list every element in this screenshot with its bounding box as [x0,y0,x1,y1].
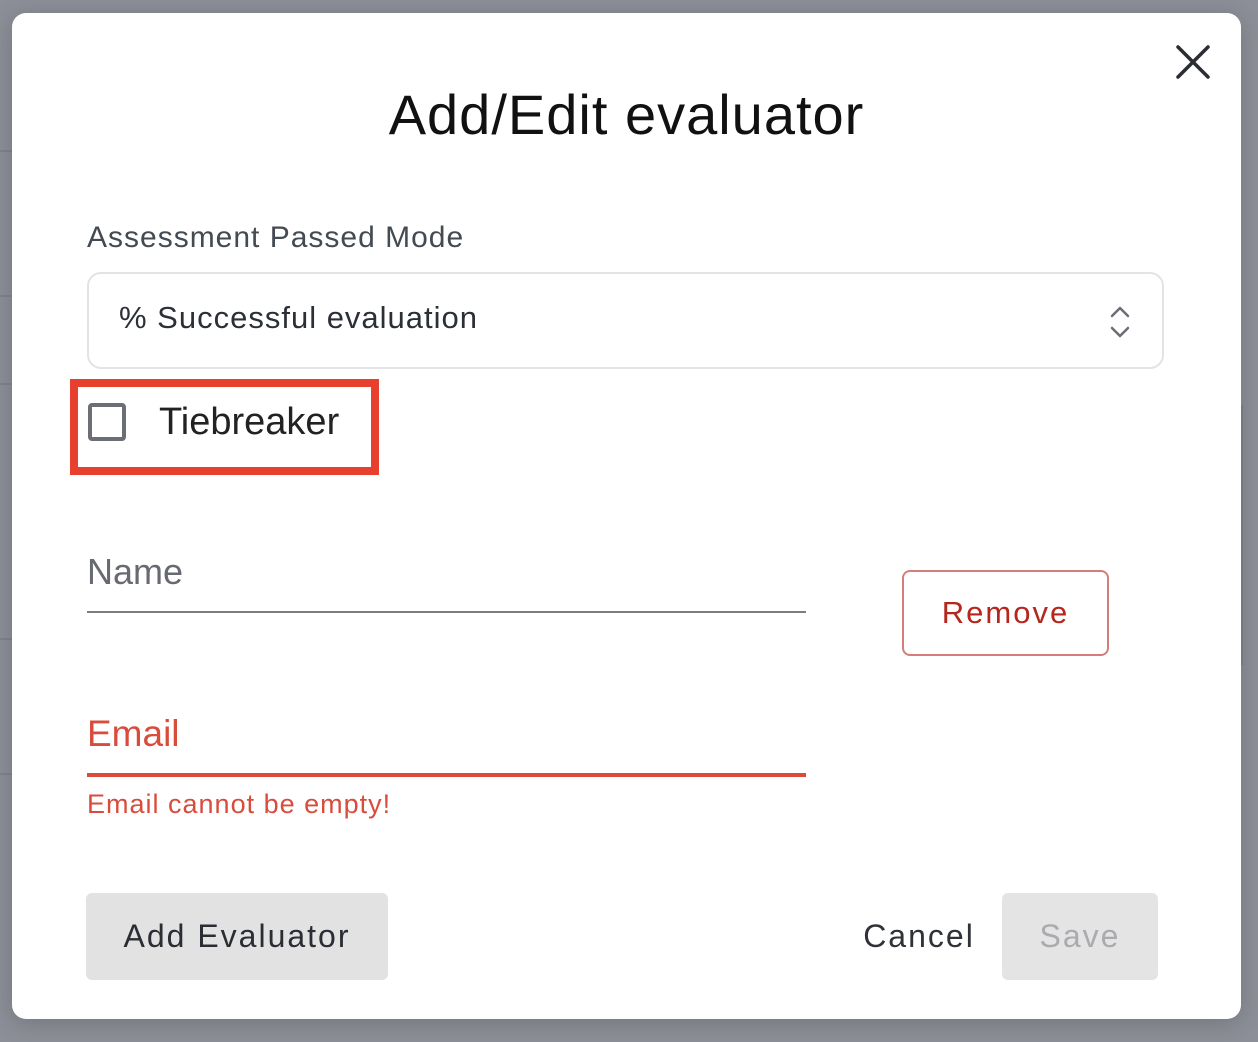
tiebreaker-checkbox[interactable] [88,403,126,441]
email-input[interactable]: Email [87,705,806,777]
assessment-mode-value: % Successful evaluation [119,300,479,335]
background-divider [0,773,12,775]
dialog-title: Add/Edit evaluator [388,83,865,146]
assessment-mode-label: Assessment Passed Mode [87,221,465,254]
tiebreaker-label: Tiebreaker [159,400,340,443]
email-error-message: Email cannot be empty! [87,789,392,819]
background-divider [0,383,12,385]
close-icon [1176,45,1210,79]
assessment-mode-select[interactable]: % Successful evaluation [87,272,1164,369]
name-input[interactable]: Name [87,541,806,613]
close-button[interactable] [1172,41,1214,83]
save-button[interactable]: Save [1002,893,1158,980]
name-field-label: Name [87,551,184,592]
background-divider [0,638,12,640]
cancel-button[interactable]: Cancel [834,893,1004,980]
email-field-label: Email [87,713,180,754]
remove-evaluator-button[interactable]: Remove [902,570,1109,656]
tiebreaker-checkbox-row[interactable]: Tiebreaker [88,397,339,447]
background-divider [0,295,12,297]
background-divider [0,150,12,152]
background-divider [1241,405,1243,665]
add-evaluator-button[interactable]: Add Evaluator [86,893,388,980]
add-edit-evaluator-dialog: Add/Edit evaluator Assessment Passed Mod… [12,13,1241,1019]
chevron-up-down-icon [1110,306,1130,338]
